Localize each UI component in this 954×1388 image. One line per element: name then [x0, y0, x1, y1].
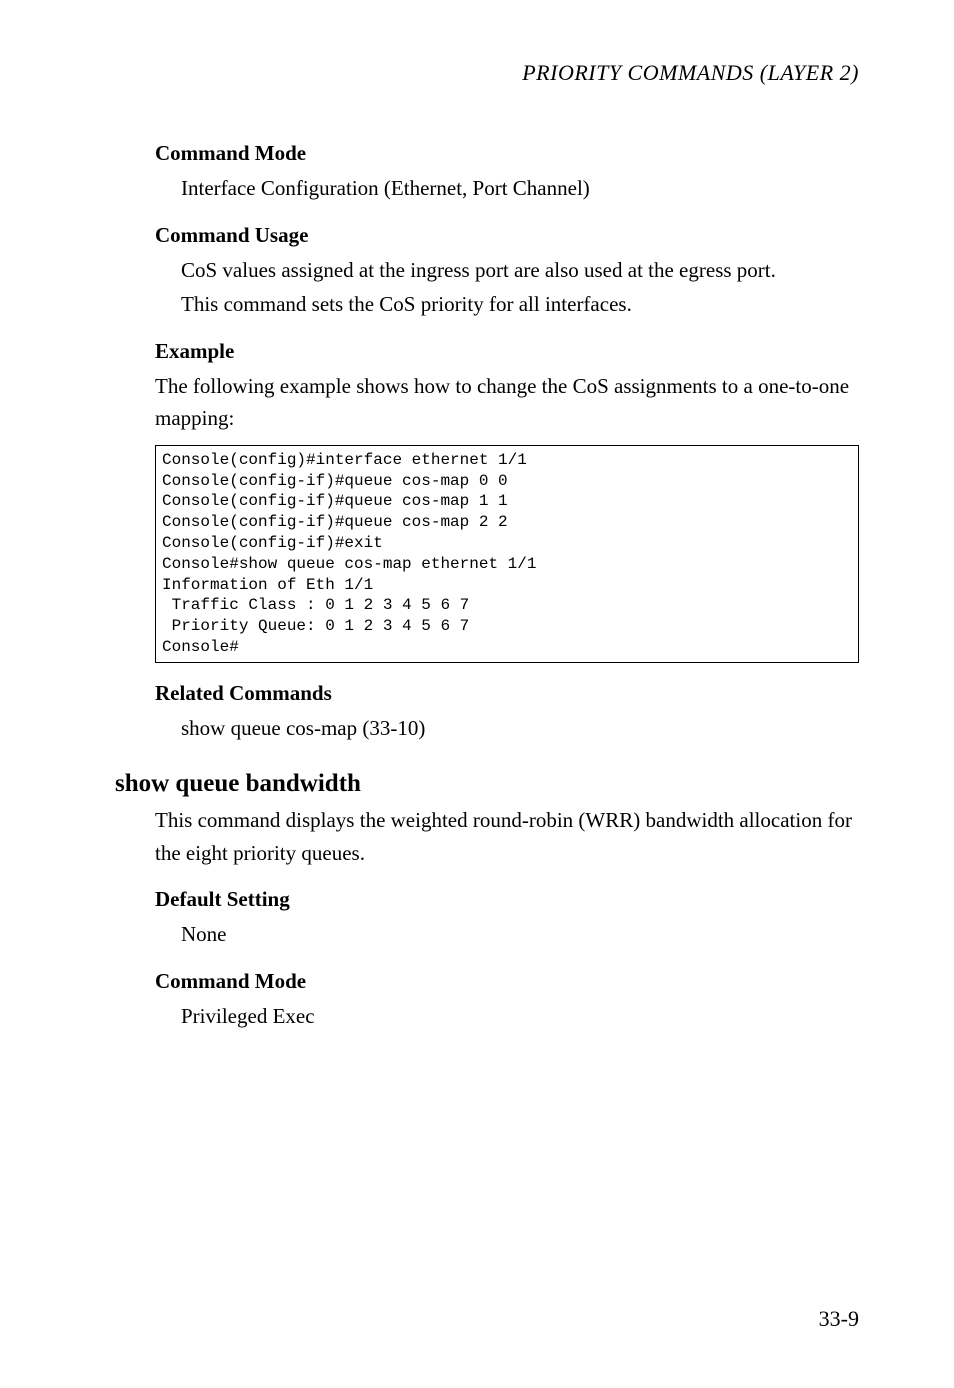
example-intro: The following example shows how to chang…	[155, 370, 859, 435]
heading-command-usage: Command Usage	[155, 223, 859, 248]
default-setting-body: None	[181, 918, 859, 951]
running-header: PRIORITY COMMANDS (LAYER 2)	[155, 60, 859, 86]
page-number: 33-9	[819, 1306, 859, 1332]
page-content: PRIORITY COMMANDS (LAYER 2) Command Mode…	[0, 0, 954, 1084]
heading-related-commands: Related Commands	[155, 681, 859, 706]
usage-line-2: This command sets the CoS priority for a…	[181, 288, 859, 321]
heading-command-mode-2: Command Mode	[155, 969, 859, 994]
code-example: Console(config)#interface ethernet 1/1 C…	[155, 445, 859, 663]
usage-line-1: CoS values assigned at the ingress port …	[181, 254, 859, 287]
command-description: This command displays the weighted round…	[155, 804, 859, 869]
heading-command-mode-1: Command Mode	[155, 141, 859, 166]
text-command-mode-1: Interface Configuration (Ethernet, Port …	[181, 172, 859, 205]
heading-default-setting: Default Setting	[155, 887, 859, 912]
related-commands-body: show queue cos-map (33-10)	[181, 712, 859, 745]
command-title: show queue bandwidth	[115, 770, 859, 798]
command-mode-body-2: Privileged Exec	[181, 1000, 859, 1033]
heading-example: Example	[155, 339, 859, 364]
